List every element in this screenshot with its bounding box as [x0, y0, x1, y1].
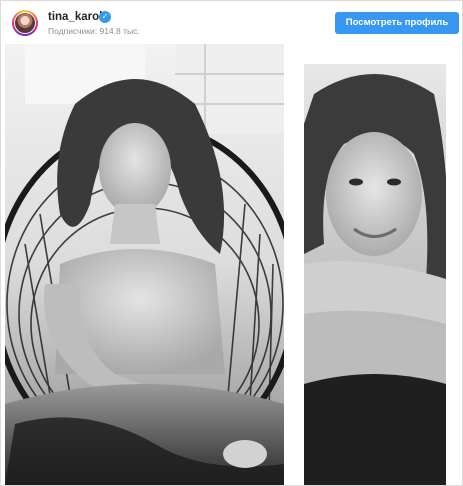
seated-portrait-image	[5, 44, 284, 485]
closeup-portrait-image	[304, 64, 446, 485]
view-profile-button[interactable]: Посмотреть профиль	[335, 12, 459, 34]
post-photo-left[interactable]	[5, 44, 284, 485]
username-link[interactable]: tina_karol	[48, 11, 102, 23]
verified-check-icon: ✓	[99, 11, 111, 23]
instagram-embed-card: tina_karol ✓ Подписчики: 914.8 тыс. Посм…	[0, 0, 463, 486]
post-photo-right[interactable]	[304, 64, 446, 485]
avatar[interactable]	[12, 10, 38, 36]
avatar-image	[14, 12, 36, 34]
followers-count: Подписчики: 914.8 тыс.	[48, 26, 140, 36]
profile-header: tina_karol ✓ Подписчики: 914.8 тыс. Посм…	[1, 1, 462, 43]
